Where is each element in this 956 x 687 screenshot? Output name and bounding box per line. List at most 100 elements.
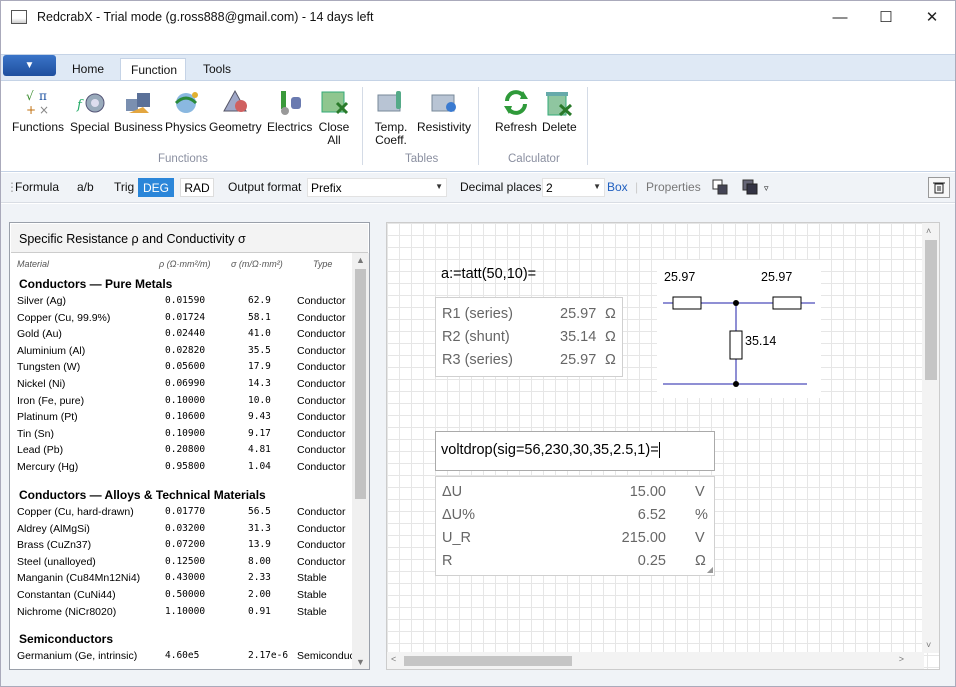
cell-rho: 0.20800	[165, 444, 206, 456]
cell-sigma: 31.3	[248, 522, 271, 534]
section-title: Conductors — Alloys & Technical Material…	[19, 488, 266, 502]
table-row[interactable]: Aldrey (AlMgSi) 0.03200 31.3 Conductor	[17, 523, 352, 539]
delete-button[interactable]: Delete	[542, 87, 577, 134]
table-row[interactable]: Mercury (Hg) 0.95800 1.04 Conductor	[17, 461, 352, 477]
table-row[interactable]: Nickel (Ni) 0.06990 14.3 Conductor	[17, 378, 352, 394]
geometry-button[interactable]: Geometry	[209, 87, 262, 134]
table-row[interactable]: Tungsten (W) 0.05600 17.9 Conductor	[17, 361, 352, 377]
cell-material: Lead (Pb)	[17, 444, 64, 457]
rad-toggle[interactable]: RAD	[180, 178, 214, 197]
cell-material: Tungsten (W)	[17, 361, 81, 374]
result-box-tatt[interactable]: R1 (series) 25.97 Ω R2 (shunt) 35.14 Ω R…	[435, 297, 623, 377]
scroll-down-icon[interactable]: ▼	[356, 657, 365, 667]
cell-material: Mercury (Hg)	[17, 461, 79, 473]
table-row[interactable]: Aluminium (Al) 0.02820 35.5 Conductor	[17, 345, 352, 361]
canvas-vertical-scrollbar[interactable]: ˄ ˅	[922, 223, 939, 653]
minimize-button[interactable]: —	[817, 1, 863, 33]
tab-function[interactable]: Function	[120, 58, 186, 80]
cell-material: Copper (Cu, hard-drawn)	[17, 506, 134, 518]
special-button[interactable]: f Special	[70, 87, 109, 134]
properties-button[interactable]: Properties	[646, 180, 701, 194]
cell-rho: 0.50000	[165, 589, 206, 600]
maximize-button[interactable]: ☐	[863, 1, 909, 33]
scroll-up-icon[interactable]: ▲	[356, 255, 365, 265]
physics-button[interactable]: Physics	[165, 87, 206, 134]
tab-home[interactable]: Home	[62, 58, 114, 80]
tab-tools[interactable]: Tools	[193, 58, 241, 80]
output-format-select[interactable]: Prefix ▼	[307, 178, 447, 197]
business-button[interactable]: Business	[114, 87, 163, 134]
table-row[interactable]: Germanium (Ge, intrinsic) 4.60e5 2.17e-6 Se…	[17, 650, 353, 666]
cell-rho: 0.95800	[165, 461, 206, 472]
close-button[interactable]: ✕	[909, 1, 955, 33]
physics-icon	[171, 87, 201, 117]
deg-toggle[interactable]: DEG	[138, 178, 174, 197]
cell-material: Constantan (CuNi44)	[17, 589, 116, 601]
paste-layout-icon[interactable]	[742, 179, 758, 195]
file-menu-button[interactable]: ▼	[3, 55, 56, 76]
column-header-sigma: σ (m/Ω·mm²)	[231, 259, 283, 269]
scroll-right-icon[interactable]: >	[899, 654, 904, 664]
cell-material: Platinum (Pt)	[17, 411, 78, 424]
formula-button[interactable]: Formula	[15, 180, 59, 194]
refresh-button[interactable]: Refresh	[495, 87, 537, 134]
calculation-canvas[interactable]: a:=tatt(50,10)= R1 (series) 25.97 Ω R2 (…	[386, 222, 940, 670]
table-row[interactable]: Nichrome (NiCr8020) 1.10000 0.91 Stable	[17, 606, 352, 622]
t-attenuator-diagram: 25.97 25.97 35.14	[657, 260, 821, 398]
electrics-button[interactable]: Electrics	[267, 87, 312, 134]
cell-rho: 0.01770	[165, 506, 206, 517]
formula-input-voltdrop[interactable]: voltdrop(sig=56,230,30,35,2.5,1)=	[435, 431, 715, 471]
table-row[interactable]: Silver (Ag) 0.01590 62.9 Conductor	[17, 295, 352, 311]
table-row[interactable]: Manganin (Cu84Mn12Ni4) 0.43000 2.33 Stable	[17, 572, 352, 588]
table-row[interactable]: Platinum (Pt) 0.10600 9.43 Conductor	[17, 411, 352, 427]
cell-rho: 0.43000	[165, 572, 206, 584]
copy-layout-icon[interactable]	[712, 179, 728, 195]
cell-material: Silver (Ag)	[17, 295, 67, 307]
table-row[interactable]: Lead (Pb) 0.20800 4.81 Conductor	[17, 444, 352, 460]
table-row[interactable]: Gold (Au) 0.02440 41.0 Conductor	[17, 328, 352, 344]
close-all-button[interactable]: Close All	[318, 87, 350, 147]
table-row[interactable]: Tin (Sn) 0.10900 9.17 Conductor	[17, 428, 352, 444]
cell-material: Aldrey (AlMgSi)	[17, 522, 90, 535]
cell-type: Conductor	[297, 378, 346, 390]
functions-button[interactable]: √ π + × Functions	[12, 87, 64, 134]
table-row[interactable]: Steel (unalloyed) 0.12500 8.00 Conductor	[17, 556, 352, 572]
group-separator	[362, 87, 363, 165]
box-button[interactable]: Box	[607, 180, 628, 194]
scroll-left-icon[interactable]: <	[391, 654, 396, 664]
result-row: R 0.25 Ω	[442, 553, 706, 569]
scroll-down-icon[interactable]: ˅	[926, 640, 931, 650]
scroll-thumb[interactable]	[404, 656, 572, 666]
panel-scrollbar[interactable]: ▲ ▼	[352, 253, 369, 669]
geometry-icon	[220, 87, 250, 117]
temp-coeff-button[interactable]: Temp. Coeff.	[374, 87, 408, 147]
canvas-horizontal-scrollbar[interactable]: < >	[387, 652, 924, 669]
cell-sigma: 0.91	[248, 605, 271, 617]
cell-material: Iron (Fe, pure)	[17, 394, 85, 407]
table-row[interactable]: Iron (Fe, pure) 0.10000 10.0 Conductor	[17, 395, 352, 411]
format-toolbar: ⋮ Formula a/b Trig DEG RAD Output format…	[1, 173, 955, 203]
resize-grip-icon[interactable]: ◢	[707, 565, 713, 574]
cell-material: Brass (CuZn37)	[17, 539, 92, 552]
overflow-chevron-icon[interactable]: ▿	[764, 183, 769, 194]
cell-sigma: 9.17	[248, 427, 271, 439]
decimal-places-select[interactable]: 2 ▼	[542, 178, 605, 197]
scroll-thumb[interactable]	[355, 269, 366, 499]
scroll-up-icon[interactable]: ˄	[926, 226, 931, 236]
cell-sigma: 62.9	[248, 295, 271, 306]
cell-sigma: 9.43	[248, 411, 271, 423]
cell-rho: 1.10000	[165, 605, 206, 617]
cell-sigma: 17.9	[248, 361, 271, 373]
result-box-voltdrop[interactable]: ΔU 15.00 V ΔU% 6.52 % U_R 215.00 V R 0.2…	[435, 476, 715, 576]
cell-sigma: 8.00	[248, 555, 271, 567]
table-row[interactable]: Brass (CuZn37) 0.07200 13.9 Conductor	[17, 539, 352, 555]
table-row[interactable]: Copper (Cu, hard-drawn) 0.01770 56.5 Conduc…	[17, 506, 352, 522]
fraction-button[interactable]: a/b	[77, 180, 94, 194]
resistivity-button[interactable]: Resistivity	[417, 87, 471, 134]
cell-rho: 0.01590	[165, 295, 206, 306]
scroll-thumb[interactable]	[925, 240, 937, 380]
table-row[interactable]: Copper (Cu, 99.9%) 0.01724 58.1 Conductor	[17, 312, 352, 328]
trash-button[interactable]	[928, 177, 950, 198]
formula-tatt[interactable]: a:=tatt(50,10)=	[441, 266, 536, 282]
table-row[interactable]: Constantan (CuNi44) 0.50000 2.00 Stable	[17, 589, 352, 605]
